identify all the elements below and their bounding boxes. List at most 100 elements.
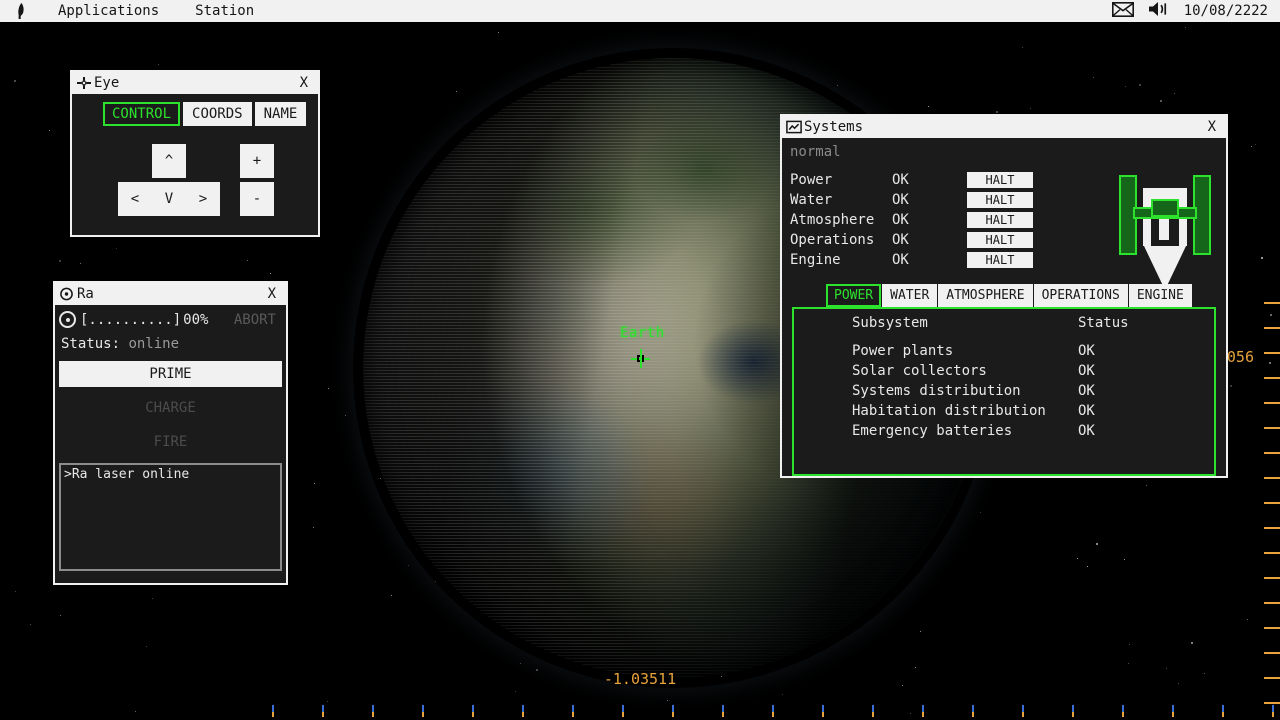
systems-tab-water[interactable]: WATER <box>882 284 937 307</box>
menu-item-applications[interactable]: Applications <box>40 3 177 19</box>
subsystem-status: OK <box>1078 423 1095 443</box>
ra-title: Ra <box>77 286 262 302</box>
speaker-icon[interactable] <box>1148 1 1170 21</box>
eye-close-button[interactable]: X <box>294 75 314 91</box>
eye-zoom-in-button[interactable]: + <box>240 144 274 178</box>
ra-body: [..........] 00% ABORT Status: online PR… <box>55 305 286 575</box>
systems-tab-power[interactable]: POWER <box>826 284 881 307</box>
hud-horizontal-ruler <box>0 700 1280 720</box>
ra-progress-percent: 00% <box>183 312 208 328</box>
subsystem-row: Power plants OK <box>794 343 1214 363</box>
systems-close-button[interactable]: X <box>1202 119 1222 135</box>
subsystem-table-header: Subsystem Status <box>794 315 1214 331</box>
window-eye[interactable]: Eye X CONTROL COORDS NAME ^ < V > + - <box>70 70 320 237</box>
eye-control-pad: ^ < V > + - <box>72 140 318 236</box>
clock: 10/08/2222 <box>1184 3 1268 19</box>
marker-center-gap <box>637 355 644 362</box>
eye-pan-left-button[interactable]: < <box>118 182 152 216</box>
menu-bar-underline <box>0 22 1280 26</box>
crosshair-icon <box>76 76 92 90</box>
subsystem-name: Power plants <box>852 343 1078 363</box>
ra-status-line: Status: online <box>59 336 282 352</box>
eye-body: CONTROL COORDS NAME ^ < V > + - <box>72 94 318 236</box>
subsystem-name: Emergency batteries <box>852 423 1078 443</box>
systems-row-status: OK <box>892 192 967 208</box>
ra-charge-button[interactable]: CHARGE <box>59 395 282 421</box>
systems-row-name: Atmosphere <box>790 212 892 228</box>
subsystem-row: Systems distribution OK <box>794 383 1214 403</box>
eye-pan-down-button[interactable]: V <box>152 182 186 216</box>
planet-label: Earth <box>620 325 665 341</box>
ra-progress-row: [..........] 00% ABORT <box>59 311 282 328</box>
ra-status-value: online <box>128 336 179 352</box>
ra-progress-bar: [..........] <box>80 312 181 328</box>
subsystem-name: Habitation distribution <box>852 403 1078 423</box>
systems-row-status: OK <box>892 232 967 248</box>
systems-halt-button-operations[interactable]: HALT <box>967 232 1033 248</box>
eye-tab-control[interactable]: CONTROL <box>103 102 180 126</box>
eye-tab-bar: CONTROL COORDS NAME <box>72 102 318 126</box>
systems-tab-atmosphere[interactable]: ATMOSPHERE <box>938 284 1032 307</box>
subsystem-status: OK <box>1078 363 1095 383</box>
menu-item-station[interactable]: Station <box>177 3 272 19</box>
subsystem-name: Systems distribution <box>852 383 1078 403</box>
hud-vertical-ruler <box>1254 300 1280 720</box>
ra-action-list: PRIME CHARGE FIRE <box>59 361 282 455</box>
systems-row-status: OK <box>892 212 967 228</box>
subsystem-name: Solar collectors <box>852 363 1078 383</box>
systems-subsystem-panel: Subsystem Status Power plants OK Solar c… <box>792 307 1216 476</box>
systems-halt-button-engine[interactable]: HALT <box>967 252 1033 268</box>
systems-row-status: OK <box>892 172 967 188</box>
eye-zoom-out-button[interactable]: - <box>240 182 274 216</box>
subsystem-header-name: Subsystem <box>852 315 1078 331</box>
systems-body: normal Power OK HALT Water OK HALT Atmos… <box>782 138 1226 476</box>
eye-title: Eye <box>94 75 294 91</box>
system-tray: 10/08/2222 <box>1112 1 1280 21</box>
subsystem-row: Habitation distribution OK <box>794 403 1214 423</box>
hud-coordinate-value: -1.03511 <box>604 670 676 688</box>
envelope-icon[interactable] <box>1112 2 1134 21</box>
ra-status-label: Status: <box>61 336 120 352</box>
ra-abort-button[interactable]: ABORT <box>234 312 282 328</box>
systems-row-name: Operations <box>790 232 892 248</box>
screen-root: Earth -1.03511 056 Applications Station <box>0 0 1280 720</box>
subsystem-status: OK <box>1078 343 1095 363</box>
subsystem-status: OK <box>1078 403 1095 423</box>
eye-title-bar[interactable]: Eye X <box>72 72 318 94</box>
eye-pan-up-button[interactable]: ^ <box>152 144 186 178</box>
systems-row-name: Power <box>790 172 892 188</box>
systems-title: Systems <box>804 119 1202 135</box>
systems-row-status: OK <box>892 252 967 268</box>
ra-charge-dial-icon <box>59 311 76 328</box>
eye-tab-name[interactable]: NAME <box>255 102 307 126</box>
ra-title-bar[interactable]: Ra X <box>55 283 286 305</box>
systems-row-name: Water <box>790 192 892 208</box>
systems-halt-button-water[interactable]: HALT <box>967 192 1033 208</box>
window-systems[interactable]: Systems X normal Power OK HALT Water OK … <box>780 114 1228 478</box>
subsystem-header-status: Status <box>1078 315 1129 331</box>
chart-icon <box>786 120 802 134</box>
subsystem-row: Emergency batteries OK <box>794 423 1214 443</box>
systems-title-bar[interactable]: Systems X <box>782 116 1226 138</box>
eye-pan-right-button[interactable]: > <box>186 182 220 216</box>
ra-console-log[interactable]: >Ra laser online <box>59 463 282 571</box>
systems-row-name: Engine <box>790 252 892 268</box>
ra-console-line: >Ra laser online <box>64 467 277 482</box>
menu-bar: Applications Station 10/08/2222 <box>0 0 1280 22</box>
window-ra[interactable]: Ra X [..........] 00% ABORT Status: onli… <box>53 281 288 585</box>
app-logo-icon[interactable] <box>0 3 40 19</box>
station-schematic-icon <box>1114 166 1216 294</box>
target-dial-icon <box>59 287 75 301</box>
crosshair-marker-icon <box>631 349 650 368</box>
ra-fire-button[interactable]: FIRE <box>59 429 282 455</box>
hud-right-readout: 056 <box>1227 348 1254 366</box>
ra-prime-button[interactable]: PRIME <box>59 361 282 387</box>
systems-mode-label: normal <box>790 144 1218 160</box>
subsystem-row: Solar collectors OK <box>794 363 1214 383</box>
hud-coordinate-readout: -1.03511 <box>0 670 1280 692</box>
systems-halt-button-power[interactable]: HALT <box>967 172 1033 188</box>
ra-close-button[interactable]: X <box>262 286 282 302</box>
eye-tab-coords[interactable]: COORDS <box>183 102 252 126</box>
subsystem-status: OK <box>1078 383 1095 403</box>
systems-halt-button-atmosphere[interactable]: HALT <box>967 212 1033 228</box>
